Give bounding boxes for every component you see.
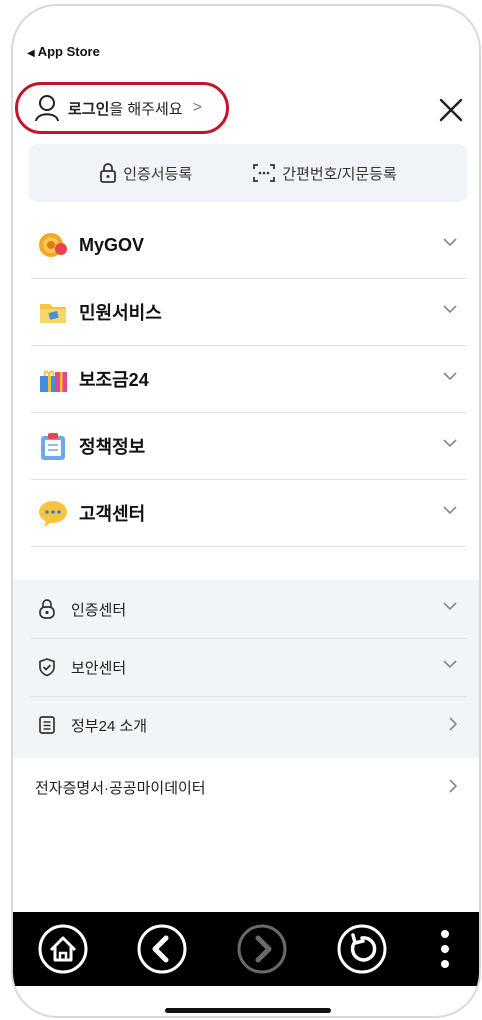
scan-icon <box>253 164 276 182</box>
home-icon[interactable] <box>37 923 89 975</box>
clipboard-icon <box>41 433 65 460</box>
close-icon[interactable] <box>437 96 465 124</box>
more-icon[interactable] <box>435 923 455 975</box>
menu-item-e-certificate[interactable]: 전자증명서·공공마이데이터 <box>31 758 467 816</box>
user-icon <box>35 95 59 122</box>
back-icon[interactable] <box>136 923 188 975</box>
home-indicator <box>165 1008 331 1013</box>
chevron-right-icon: > <box>192 99 202 116</box>
gift-icon <box>40 370 67 392</box>
shield-icon <box>39 658 55 677</box>
menu-item-auth-center[interactable]: 인증센터 <box>31 580 467 639</box>
chevron-down-icon <box>443 372 457 380</box>
login-text: 로그인을 해주세요 <box>68 100 183 118</box>
chevron-down-icon <box>443 660 457 668</box>
chevron-down-icon <box>443 506 457 514</box>
menu-item-civil-service[interactable]: 민원서비스 <box>31 279 467 346</box>
main-menu: MyGOV 민원서비스 보조금24 정책정보 고객센터 <box>31 212 467 547</box>
gear-icon <box>39 233 67 257</box>
menu-item-security-center[interactable]: 보안센터 <box>31 638 467 697</box>
document-icon <box>39 716 55 734</box>
refresh-icon[interactable] <box>336 923 388 975</box>
chevron-down-icon <box>443 602 457 610</box>
lock-icon <box>100 163 117 183</box>
chat-bubble-icon <box>39 501 67 527</box>
chevron-down-icon <box>443 238 457 246</box>
menu-item-gov24-intro[interactable]: 정부24 소개 <box>31 696 467 754</box>
chevron-right-icon <box>449 779 457 793</box>
bottom-nav-bar <box>13 912 479 986</box>
cert-panel: 인증서등록 간편번호/지문등록 <box>29 144 467 202</box>
lock-icon <box>39 599 55 619</box>
menu-item-subsidy24[interactable]: 보조금24 <box>31 346 467 413</box>
back-triangle-icon: ◀ <box>27 48 35 59</box>
forward-icon[interactable] <box>236 923 288 975</box>
login-button[interactable]: 로그인을 해주세요 > <box>15 82 229 134</box>
back-to-app-store[interactable]: ◀ App Store <box>27 44 100 59</box>
simple-register-button[interactable]: 간편번호/지문등록 <box>252 163 397 184</box>
menu-item-mygov[interactable]: MyGOV <box>31 212 467 279</box>
menu-item-customer-center[interactable]: 고객센터 <box>31 480 467 547</box>
chevron-down-icon <box>443 305 457 313</box>
chevron-down-icon <box>443 439 457 447</box>
folder-icon <box>40 304 66 323</box>
cert-register-button[interactable]: 인증서등록 <box>99 163 192 184</box>
chevron-right-icon <box>449 717 457 731</box>
phone-frame: ◀App Store 로그인을 해주세요 > 인증서등록 간편번호/지문등록 <box>11 4 481 1018</box>
menu-item-policy-info[interactable]: 정책정보 <box>31 413 467 480</box>
